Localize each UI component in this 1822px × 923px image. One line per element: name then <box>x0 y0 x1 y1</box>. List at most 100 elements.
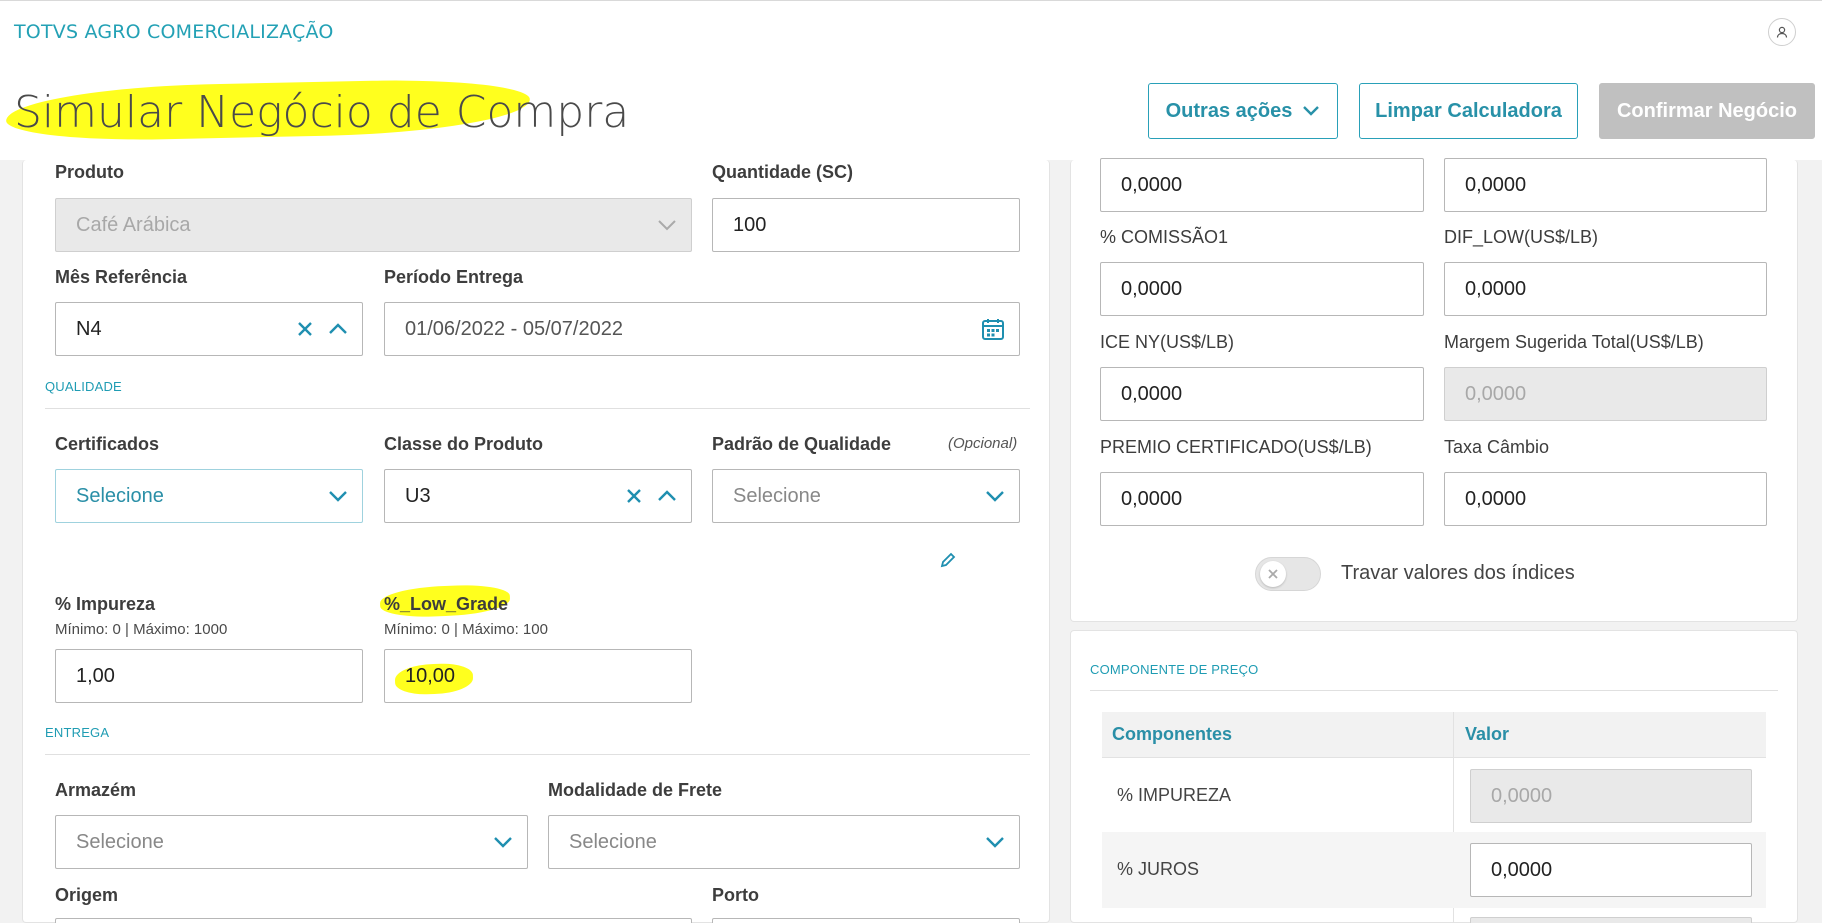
chevron-down-icon <box>986 491 1004 502</box>
armazem-label: Armazém <box>55 780 137 800</box>
chevron-down-icon <box>986 837 1004 848</box>
lock-values-toggle[interactable] <box>1255 557 1321 591</box>
produto-value: Café Arábica <box>76 213 191 236</box>
clear-calculator-label: Limpar Calculadora <box>1375 99 1562 122</box>
classe-produto-select[interactable]: U3 <box>384 469 692 523</box>
close-icon <box>1268 569 1278 579</box>
component-name: % IMPUREZA <box>1117 785 1232 805</box>
component-value: 0,0000 <box>1491 784 1553 807</box>
armazem-select[interactable]: Selecione <box>55 815 528 869</box>
porto-label: Porto <box>712 885 759 905</box>
calendar-icon[interactable] <box>981 317 1005 341</box>
other-actions-label: Outras ações <box>1165 99 1293 122</box>
mes-referencia-select[interactable]: N4 <box>55 302 363 356</box>
clear-calculator-button[interactable]: Limpar Calculadora <box>1359 83 1578 139</box>
comissao1-label: % COMISSÃO1 <box>1100 227 1229 247</box>
periodo-entrega-input[interactable]: 01/06/2022 - 05/07/2022 <box>384 302 1020 356</box>
certificados-label: Certificados <box>55 434 160 454</box>
confirm-deal-button[interactable]: Confirmar Negócio <box>1599 83 1815 139</box>
modalidade-frete-label: Modalidade de Frete <box>548 780 723 800</box>
index-top-right-value: 0,0000 <box>1465 173 1527 196</box>
produto-select[interactable]: Café Arábica <box>55 198 692 252</box>
low-grade-value: 10,00 <box>405 665 456 687</box>
user-icon[interactable] <box>1768 18 1796 46</box>
padrao-qualidade-placeholder: Selecione <box>733 484 821 507</box>
ice-ny-label: ICE NY(US$/LB) <box>1100 332 1235 352</box>
comissao1-input[interactable]: 0,0000 <box>1100 262 1424 316</box>
armazem-placeholder: Selecione <box>76 830 164 853</box>
optional-tag: (Opcional) <box>948 435 1018 452</box>
ice-ny-value: 0,0000 <box>1121 382 1183 405</box>
origem-select[interactable] <box>55 918 692 923</box>
periodo-entrega-value: 01/06/2022 - 05/07/2022 <box>405 317 623 340</box>
dif-low-input[interactable]: 0,0000 <box>1444 262 1767 316</box>
impureza-input[interactable]: 1,00 <box>55 649 363 703</box>
impureza-hint: Mínimo: 0 | Máximo: 1000 <box>55 621 228 638</box>
margem-sugerida-label: Margem Sugerida Total(US$/LB) <box>1444 332 1704 352</box>
padrao-qualidade-label: Padrão de Qualidade <box>712 434 892 454</box>
modalidade-frete-select[interactable]: Selecione <box>548 815 1020 869</box>
chevron-down-icon <box>329 491 347 502</box>
quantidade-input[interactable]: 100 <box>712 198 1020 252</box>
padrao-qualidade-select[interactable]: Selecione <box>712 469 1020 523</box>
index-top-left-value: 0,0000 <box>1121 173 1183 196</box>
low-grade-label: %_Low_Grade <box>384 594 509 614</box>
origem-label: Origem <box>55 885 119 905</box>
taxa-cambio-input[interactable]: 0,0000 <box>1444 472 1767 526</box>
confirm-deal-label: Confirmar Negócio <box>1616 99 1798 122</box>
section-componente-preco: COMPONENTE DE PREÇO <box>1090 662 1259 677</box>
toggle-knob <box>1260 561 1286 587</box>
section-qualidade: QUALIDADE <box>45 379 122 394</box>
clear-icon[interactable] <box>296 320 314 338</box>
periodo-entrega-label: Período Entrega <box>384 267 524 287</box>
impureza-label: % Impureza <box>55 594 156 614</box>
lock-values-label: Travar valores dos índices <box>1341 562 1575 584</box>
app-title: TOTVS AGRO COMERCIALIZAÇÃO <box>14 21 334 43</box>
component-value-input[interactable]: 0,0000 <box>1470 843 1752 897</box>
premio-certificado-label: PREMIO CERTIFICADO(US$/LB) <box>1100 437 1372 457</box>
premio-certificado-value: 0,0000 <box>1121 487 1183 510</box>
other-actions-button[interactable]: Outras ações <box>1148 83 1338 139</box>
chevron-up-icon[interactable] <box>328 323 348 335</box>
component-value: 0,0000 <box>1491 858 1553 881</box>
porto-select[interactable] <box>712 918 1020 923</box>
chevron-up-icon[interactable] <box>657 490 677 502</box>
chevron-down-icon <box>494 837 512 848</box>
index-input-top-right[interactable]: 0,0000 <box>1444 158 1767 212</box>
column-header-componentes[interactable]: Componentes <box>1112 724 1232 745</box>
margem-sugerida-input: 0,0000 <box>1444 367 1767 421</box>
ice-ny-input[interactable]: 0,0000 <box>1100 367 1424 421</box>
taxa-cambio-value: 0,0000 <box>1465 487 1527 510</box>
divider <box>45 408 1030 409</box>
component-value-input: 0,0000 <box>1470 769 1752 823</box>
modalidade-frete-placeholder: Selecione <box>569 830 657 853</box>
low-grade-hint: Mínimo: 0 | Máximo: 100 <box>384 621 548 638</box>
component-name: % JUROS <box>1117 859 1200 879</box>
section-entrega: ENTREGA <box>45 725 110 740</box>
taxa-cambio-label: Taxa Câmbio <box>1444 437 1550 457</box>
divider <box>45 754 1030 755</box>
margem-sugerida-value: 0,0000 <box>1465 382 1527 405</box>
dif-low-label: DIF_LOW(US$/LB) <box>1444 227 1599 247</box>
impureza-value: 1,00 <box>76 664 115 687</box>
comissao1-value: 0,0000 <box>1121 277 1183 300</box>
chevron-down-icon <box>658 220 676 231</box>
mes-referencia-value: N4 <box>76 317 102 340</box>
certificados-value: Selecione <box>76 484 164 507</box>
mes-referencia-label: Mês Referência <box>55 267 188 287</box>
certificados-select[interactable]: Selecione <box>55 469 363 523</box>
chevron-down-icon <box>1303 106 1320 116</box>
quantidade-value: 100 <box>733 213 767 236</box>
clear-icon[interactable] <box>625 487 643 505</box>
edit-pencil-icon[interactable] <box>939 551 957 569</box>
premio-certificado-input[interactable]: 0,0000 <box>1100 472 1424 526</box>
dif-low-value: 0,0000 <box>1465 277 1527 300</box>
page-title: Simular Negócio de Compra <box>14 87 630 138</box>
produto-label: Produto <box>55 162 124 182</box>
top-bar: TOTVS AGRO COMERCIALIZAÇÃO Simular Negóc… <box>0 0 1822 160</box>
classe-produto-value: U3 <box>405 484 431 507</box>
divider <box>1090 690 1778 691</box>
component-value-input <box>1470 917 1752 923</box>
column-header-valor[interactable]: Valor <box>1465 724 1509 745</box>
index-input-top-left[interactable]: 0,0000 <box>1100 158 1424 212</box>
